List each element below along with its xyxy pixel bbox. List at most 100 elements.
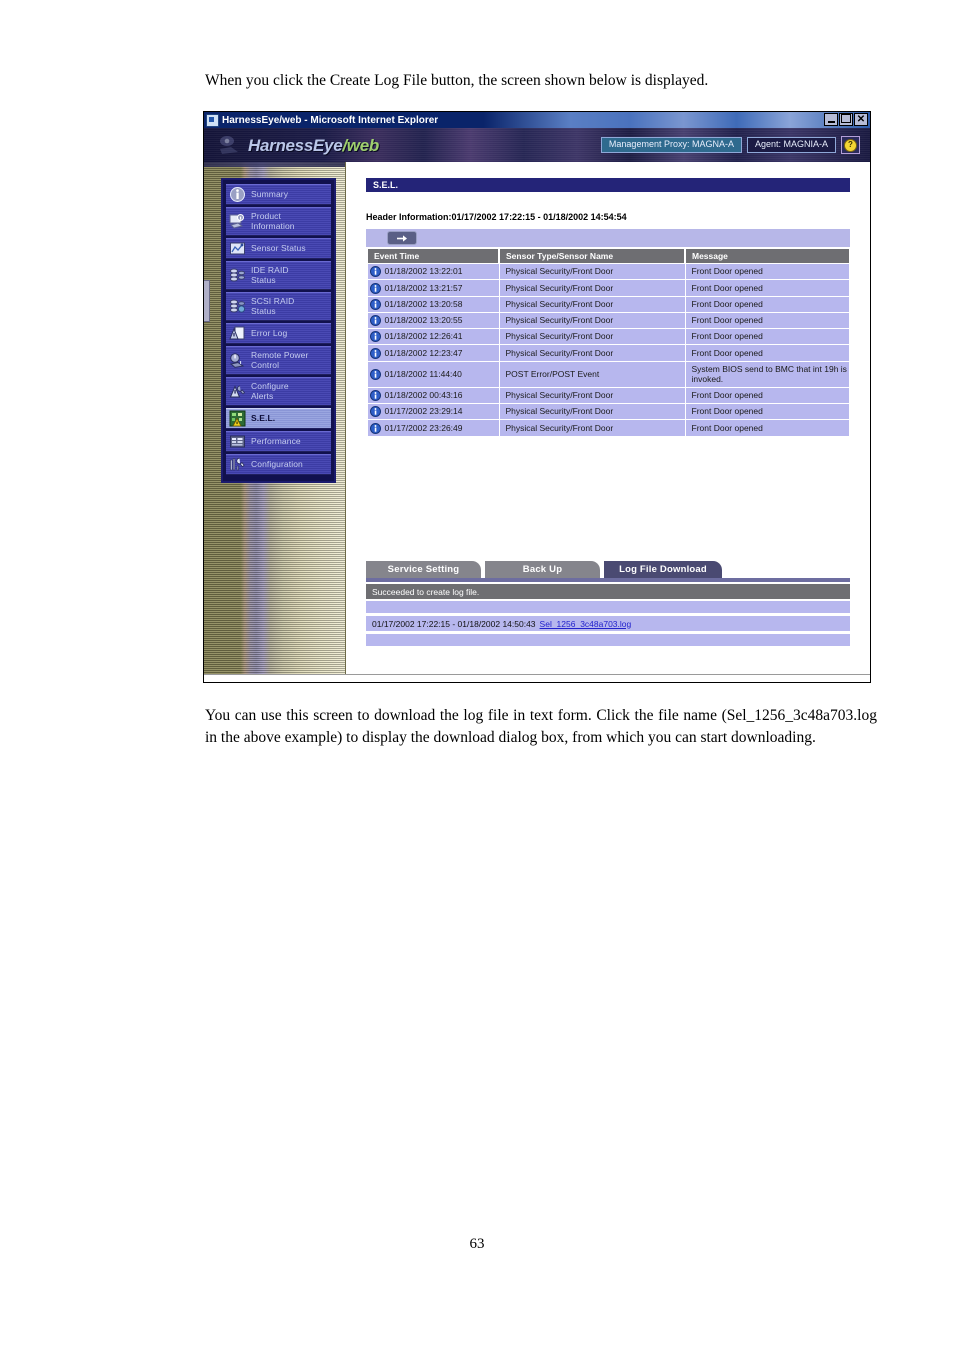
table-row[interactable]: 01/18/2002 12:23:47 Physical Security/Fro… (366, 344, 850, 362)
download-file-link[interactable]: Sel_1256_3c48a703.log (540, 619, 632, 629)
sidebar-item-scsi-raid-status[interactable]: SCSI RAID Status (226, 292, 331, 321)
scsi-raid-icon (229, 299, 246, 313)
brand-title: HarnessEye/web (248, 136, 379, 156)
event-log-table: Event Time Sensor Type/Sensor Name Messa… (366, 248, 850, 437)
event-time-value: 01/18/2002 13:20:55 (384, 315, 463, 326)
event-time-value: 01/18/2002 13:22:01 (384, 266, 463, 277)
cell-message: Front Door opened (684, 344, 850, 362)
close-button[interactable]: ✕ (854, 113, 868, 126)
agent-label: Agent: MAGNIA-A (746, 136, 836, 154)
table-row[interactable]: 01/18/2002 13:20:58 Physical Security/Fro… (366, 295, 850, 313)
info-circle-icon (230, 187, 245, 202)
cell-message: Front Door opened (684, 327, 850, 346)
sidebar-item-performance[interactable]: Performance (226, 431, 331, 452)
sidebar-item-label: Error Log (251, 327, 288, 338)
info-icon (369, 298, 381, 310)
table-row[interactable]: 01/17/2002 23:26:49 Physical Security/Fro… (366, 419, 850, 437)
cell-sensor: Physical Security/Front Door (498, 311, 686, 330)
download-file-row: 01/17/2002 17:22:15 - 01/18/2002 14:50:4… (366, 615, 850, 632)
cell-message: Front Door opened (684, 402, 850, 421)
sel-icon (229, 410, 246, 427)
arrow-right-icon (396, 234, 407, 242)
cell-message: Front Door opened (684, 262, 850, 281)
browser-window: HarnessEye/web - Microsoft Internet Expl… (203, 111, 871, 683)
event-time-value: 01/18/2002 13:21:57 (384, 282, 463, 293)
table-row[interactable]: 01/18/2002 11:44:40 POST Error/POST Event… (366, 360, 850, 388)
sidebar-item-error-log[interactable]: Error Log (226, 323, 331, 344)
help-button[interactable]: ? (841, 136, 860, 154)
status-message: Succeeded to create log file. (372, 586, 480, 597)
column-header-sensor: Sensor Type/Sensor Name (498, 248, 686, 264)
cell-event-time: 01/18/2002 12:23:47 (366, 344, 500, 362)
cell-event-time: 01/18/2002 13:20:58 (366, 295, 500, 313)
table-row[interactable]: 01/18/2002 13:22:01 Physical Security/Fro… (366, 262, 850, 281)
page-number: 63 (469, 1236, 485, 1252)
section-title-bar: S.E.L. (366, 178, 850, 192)
sidebar-item-sensor-status[interactable]: Sensor Status (226, 238, 331, 259)
table-row[interactable]: 01/18/2002 12:26:41 Physical Security/Fro… (366, 327, 850, 346)
sidebar-item-label: Remote Power Control (251, 349, 309, 370)
cell-event-time: 01/18/2002 13:22:01 (366, 262, 500, 281)
ide-raid-icon (229, 268, 245, 282)
sidebar-item-configuration[interactable]: Configuration (226, 454, 331, 475)
cell-sensor: Physical Security/Front Door (498, 402, 686, 421)
info-icon (369, 282, 381, 294)
cell-sensor: Physical Security/Front Door (498, 386, 686, 405)
configure-alerts-icon (229, 385, 246, 398)
info-icon (369, 331, 381, 343)
cell-event-time: 01/17/2002 23:29:14 (366, 402, 500, 421)
cell-sensor: Physical Security/Front Door (498, 262, 686, 281)
cell-sensor: Physical Security/Front Door (498, 419, 686, 437)
intro-paragraph: When you click the Create Log File butto… (205, 72, 709, 89)
window-body: Summary Product Information Sensor Statu… (204, 162, 870, 682)
sidebar-item-label: IDE RAID Status (251, 264, 289, 285)
scrollbar-thumb[interactable] (204, 280, 210, 322)
sidebar-item-product-information[interactable]: Product Information (226, 207, 331, 236)
next-page-button[interactable] (387, 231, 417, 245)
sidebar-item-label: S.E.L. (251, 412, 276, 423)
info-icon (369, 406, 381, 418)
configuration-icon (230, 457, 245, 471)
sidebar-item-ide-raid-status[interactable]: IDE RAID Status (226, 261, 331, 290)
info-icon (369, 347, 381, 359)
cell-sensor: Physical Security/Front Door (498, 344, 686, 362)
tab-log-file-download[interactable]: Log File Download (604, 561, 722, 578)
window-controls: ✕ (824, 113, 868, 126)
tab-service-setting[interactable]: Service Setting (366, 561, 481, 578)
event-time-value: 01/17/2002 23:29:14 (384, 406, 463, 417)
sidebar-item-label: Configure Alerts (251, 380, 289, 401)
table-row[interactable]: 01/18/2002 00:43:16 Physical Security/Fro… (366, 386, 850, 405)
tab-underline (366, 578, 850, 582)
event-time-value: 01/18/2002 13:20:58 (384, 298, 463, 309)
sidebar-item-summary[interactable]: Summary (226, 184, 331, 205)
column-header-message: Message (684, 248, 850, 264)
brand-name-main: HarnessEye (248, 136, 343, 155)
cell-sensor: POST Error/POST Event (498, 360, 686, 388)
minimize-button[interactable] (824, 113, 838, 126)
product-info-icon (229, 214, 244, 229)
performance-icon (230, 435, 245, 448)
event-time-value: 01/18/2002 11:44:40 (384, 368, 462, 379)
table-row[interactable]: 01/18/2002 13:20:55 Physical Security/Fro… (366, 311, 850, 330)
page-title: S.E.L. (373, 180, 399, 190)
tab-bar: Service Setting Back Up Log File Downloa… (366, 561, 850, 578)
remote-power-icon (229, 353, 245, 368)
sidebar-item-remote-power-control[interactable]: Remote Power Control (226, 346, 331, 375)
sidebar-item-label: SCSI RAID Status (251, 295, 295, 316)
header-status-pills: Management Proxy: MAGNA-A Agent: MAGNIA-… (600, 136, 860, 154)
column-header-event-time: Event Time (366, 248, 500, 264)
table-row[interactable]: 01/18/2002 13:21:57 Physical Security/Fro… (366, 279, 850, 297)
tab-back-up[interactable]: Back Up (485, 561, 600, 578)
sidebar-item-label: Product Information (251, 210, 295, 231)
table-row[interactable]: 01/17/2002 23:29:14 Physical Security/Fro… (366, 402, 850, 421)
maximize-button[interactable] (839, 113, 853, 126)
brand-name-suffix: /web (342, 136, 379, 155)
download-spacer-row-bottom (366, 633, 850, 647)
table-toolbar (366, 229, 850, 247)
sidebar-item-sel[interactable]: S.E.L. (226, 408, 331, 429)
cell-event-time: 01/18/2002 12:26:41 (366, 327, 500, 346)
event-time-value: 01/17/2002 23:26:49 (384, 422, 463, 433)
sensor-status-icon (230, 242, 245, 255)
sidebar-item-configure-alerts[interactable]: Configure Alerts (226, 377, 331, 406)
sidebar-item-label: Summary (251, 188, 289, 199)
